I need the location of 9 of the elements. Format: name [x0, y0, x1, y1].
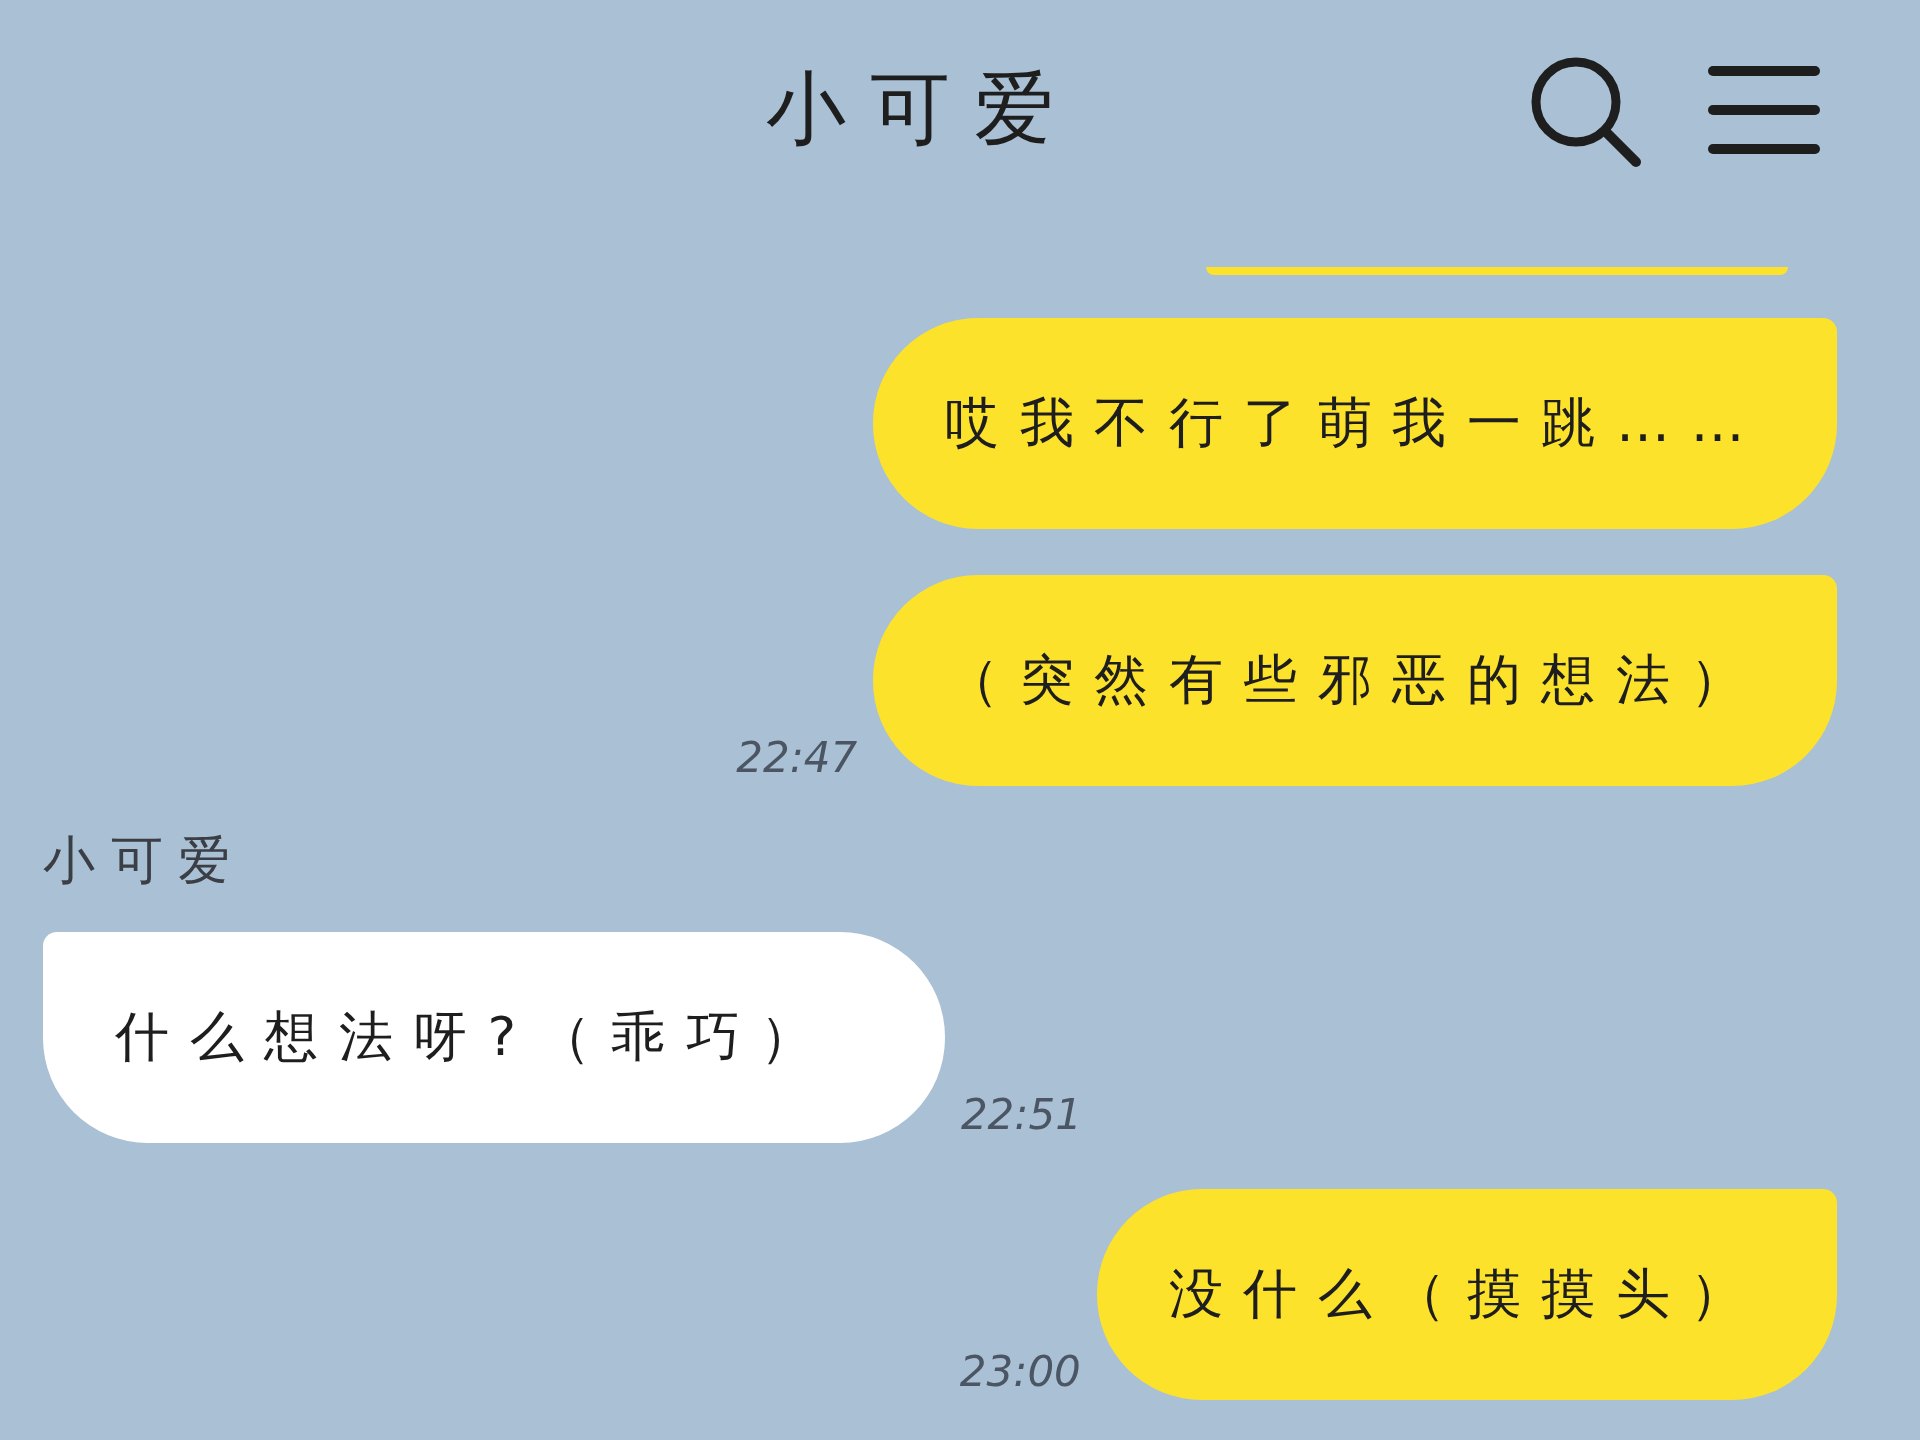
sender-name: 小可爱 [42, 829, 247, 892]
chat-title: 小可爱 [766, 61, 1078, 157]
outgoing-message-bubble: 哎我不行了萌我一跳…… [873, 318, 1837, 529]
message-time: 23:00 [959, 1347, 1081, 1396]
message-time: 22:51 [960, 1090, 1082, 1139]
outgoing-message-bubble: 没什么（摸摸头） [1096, 1189, 1837, 1400]
message-time: 22:47 [736, 733, 858, 782]
outgoing-message-bubble: （突然有些邪恶的想法） [873, 575, 1837, 786]
incoming-message-bubble: 什么想法呀?（乖巧） [43, 932, 945, 1143]
